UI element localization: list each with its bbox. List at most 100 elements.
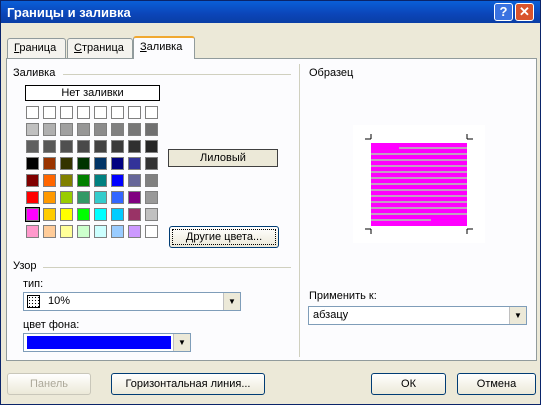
color-swatch[interactable] xyxy=(43,157,56,170)
color-swatch[interactable] xyxy=(26,225,39,238)
color-swatch[interactable] xyxy=(111,174,124,187)
color-swatch[interactable] xyxy=(111,106,124,119)
color-swatch[interactable] xyxy=(77,140,90,153)
panel-button[interactable]: Панель xyxy=(7,373,91,395)
apply-to-label: Применить к: xyxy=(309,290,377,302)
tab-fill[interactable]: Заливка xyxy=(133,36,195,59)
title-bar[interactable]: Границы и заливка ? ✕ xyxy=(1,1,540,23)
color-swatch[interactable] xyxy=(26,140,39,153)
color-swatch[interactable] xyxy=(25,207,40,222)
color-swatch[interactable] xyxy=(145,174,158,187)
horizontal-line-button[interactable]: Горизонтальная линия... xyxy=(111,373,265,395)
color-swatch[interactable] xyxy=(43,106,56,119)
color-swatch[interactable] xyxy=(145,157,158,170)
color-swatch[interactable] xyxy=(94,191,107,204)
color-swatch[interactable] xyxy=(111,123,124,136)
color-swatch[interactable] xyxy=(43,225,56,238)
color-swatch[interactable] xyxy=(128,191,141,204)
color-swatch[interactable] xyxy=(43,140,56,153)
color-swatch[interactable] xyxy=(60,225,73,238)
color-swatch[interactable] xyxy=(94,140,107,153)
color-swatch[interactable] xyxy=(77,106,90,119)
close-button[interactable]: ✕ xyxy=(515,3,534,21)
preview-text-line xyxy=(371,201,467,203)
color-swatch[interactable] xyxy=(128,174,141,187)
pattern-group-label: Узор xyxy=(13,260,41,272)
pattern-group-line xyxy=(43,267,291,268)
color-swatch[interactable] xyxy=(43,208,56,221)
color-swatch[interactable] xyxy=(60,106,73,119)
color-swatch[interactable] xyxy=(77,225,90,238)
preview-text-line xyxy=(371,159,467,161)
color-swatch[interactable] xyxy=(94,123,107,136)
color-swatch[interactable] xyxy=(60,157,73,170)
color-swatch[interactable] xyxy=(77,123,90,136)
color-swatch[interactable] xyxy=(43,174,56,187)
color-swatch[interactable] xyxy=(145,106,158,119)
apply-to-select[interactable]: абзацу ▼ xyxy=(308,306,527,325)
color-swatch[interactable] xyxy=(60,208,73,221)
color-swatch[interactable] xyxy=(128,140,141,153)
preview-text-line xyxy=(371,153,467,155)
color-swatch[interactable] xyxy=(145,225,158,238)
color-swatch[interactable] xyxy=(43,191,56,204)
color-swatch[interactable] xyxy=(128,157,141,170)
color-swatch[interactable] xyxy=(26,123,39,136)
preview-text-line xyxy=(371,219,431,221)
bg-color-swatch xyxy=(27,336,171,349)
chevron-down-icon[interactable]: ▼ xyxy=(509,307,526,324)
color-swatch[interactable] xyxy=(26,106,39,119)
color-swatch[interactable] xyxy=(94,157,107,170)
color-swatch[interactable] xyxy=(60,191,73,204)
color-swatch[interactable] xyxy=(128,208,141,221)
color-swatch[interactable] xyxy=(145,140,158,153)
color-swatch[interactable] xyxy=(145,208,158,221)
preview-text-line xyxy=(399,147,467,149)
preview-box xyxy=(353,125,485,243)
color-swatch[interactable] xyxy=(94,208,107,221)
help-button[interactable]: ? xyxy=(494,3,513,21)
color-swatch[interactable] xyxy=(94,225,107,238)
color-swatch[interactable] xyxy=(111,191,124,204)
color-swatch[interactable] xyxy=(60,174,73,187)
chevron-down-icon[interactable]: ▼ xyxy=(223,293,240,310)
color-swatch[interactable] xyxy=(111,225,124,238)
color-swatch[interactable] xyxy=(26,191,39,204)
tab-border[interactable]: Граница xyxy=(7,38,66,58)
no-fill-button[interactable]: Нет заливки xyxy=(25,85,160,101)
fill-group-label: Заливка xyxy=(13,67,60,79)
color-swatch[interactable] xyxy=(145,123,158,136)
color-swatch[interactable] xyxy=(60,140,73,153)
color-swatch[interactable] xyxy=(128,106,141,119)
chevron-down-icon[interactable]: ▼ xyxy=(173,334,190,351)
preview-text-line xyxy=(371,189,467,191)
color-swatch[interactable] xyxy=(111,157,124,170)
color-swatch[interactable] xyxy=(26,174,39,187)
color-swatch[interactable] xyxy=(77,208,90,221)
pattern-type-select[interactable]: 10% ▼ xyxy=(23,292,241,311)
color-swatch[interactable] xyxy=(94,106,107,119)
ok-button[interactable]: ОК xyxy=(371,373,446,395)
color-swatch[interactable] xyxy=(128,225,141,238)
color-swatch[interactable] xyxy=(60,123,73,136)
selected-color-name: Лиловый xyxy=(168,149,278,167)
color-swatch[interactable] xyxy=(128,123,141,136)
preview-text-line xyxy=(371,177,467,179)
color-swatch[interactable] xyxy=(94,174,107,187)
more-colors-button[interactable]: Другие цвета... xyxy=(169,226,279,248)
pattern-type-label: тип: xyxy=(23,278,44,290)
color-swatch[interactable] xyxy=(77,157,90,170)
tab-page[interactable]: Страница xyxy=(67,38,133,58)
window-title: Границы и заливка xyxy=(7,5,131,20)
color-swatch[interactable] xyxy=(111,208,124,221)
cancel-button[interactable]: Отмена xyxy=(457,373,536,395)
color-swatch[interactable] xyxy=(26,157,39,170)
preview-text-line xyxy=(371,213,467,215)
color-swatch[interactable] xyxy=(43,123,56,136)
color-swatch[interactable] xyxy=(145,191,158,204)
color-swatch[interactable] xyxy=(77,174,90,187)
color-swatch[interactable] xyxy=(111,140,124,153)
bg-color-select[interactable]: ▼ xyxy=(23,333,191,352)
color-swatch[interactable] xyxy=(77,191,90,204)
preview-text-line xyxy=(371,195,467,197)
